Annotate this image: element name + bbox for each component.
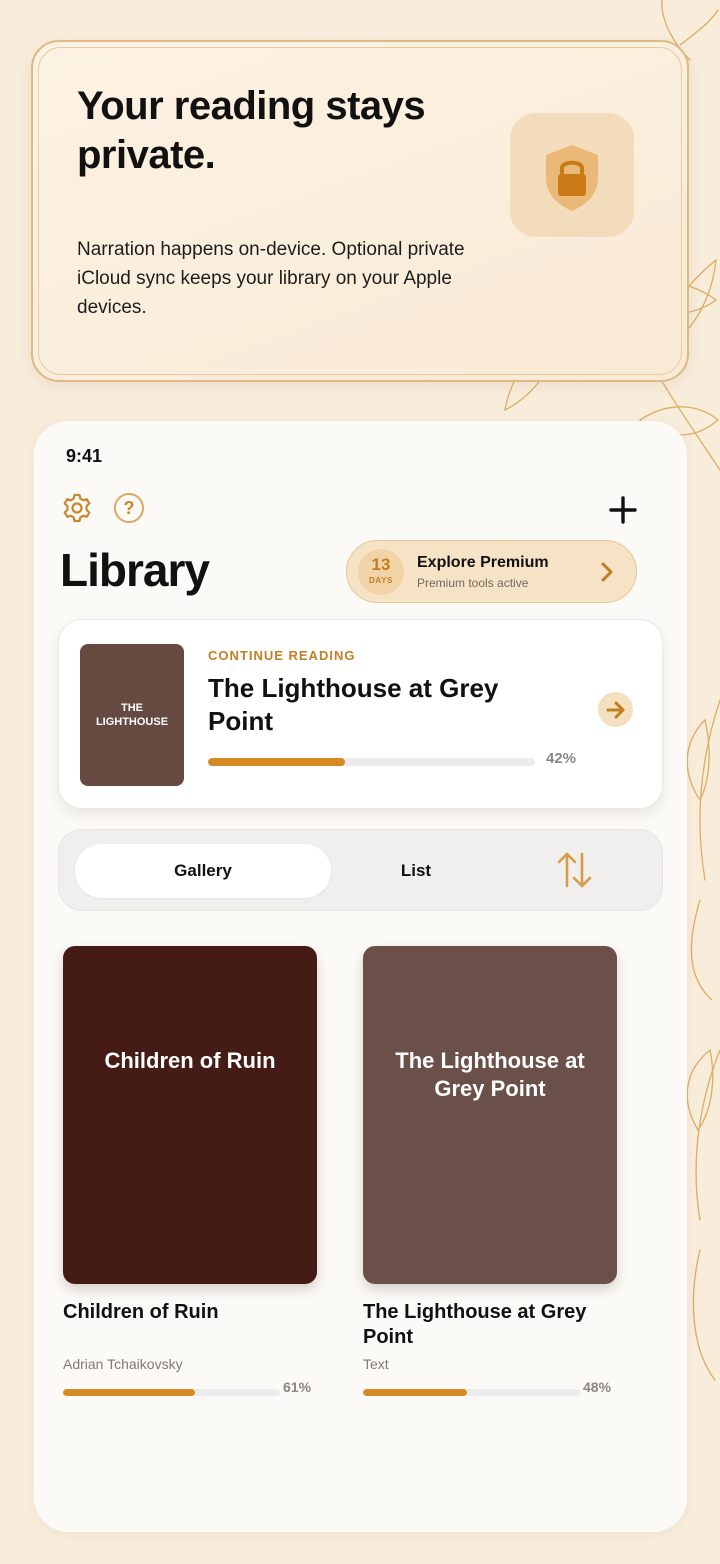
premium-title: Explore Premium [417,554,549,571]
book-card[interactable]: Children of Ruin Children of Ruin Adrian… [63,946,317,1396]
book-author: Text [363,1356,389,1372]
explore-premium-button[interactable]: 13 DAYS Explore Premium Premium tools ac… [346,540,637,603]
chevron-right-icon [601,562,613,582]
trial-days-badge: 13 DAYS [358,549,404,595]
sort-up-down-icon[interactable] [555,848,595,892]
view-toggle: Gallery List [58,829,663,911]
continue-reading-title: The Lighthouse at Grey Point [208,673,499,736]
continue-reading-card[interactable]: THE LIGHTHOUSE CONTINUE READING The Ligh… [58,619,663,809]
book-progress-bar [363,1389,580,1396]
book-title: The Lighthouse at Grey Point [363,1301,587,1348]
privacy-promo-card: Your reading stays private. Narration ha… [31,40,689,382]
book-card[interactable]: The Lighthouse at Grey Point The Lightho… [363,946,617,1396]
premium-subtitle: Premium tools active [417,576,529,590]
book-progress-bar [63,1389,280,1396]
progress-bar [208,758,535,766]
book-cover-thumbnail: THE LIGHTHOUSE [80,644,184,786]
trial-days-count: 13 [371,555,391,574]
page-title: Library [60,544,210,596]
book-progress-fill [63,1389,196,1396]
book-progress-percent: 61% [283,1379,312,1395]
book-progress-percent: 48% [583,1379,612,1395]
help-glyph: ? [123,497,135,518]
continue-reading-label: CONTINUE READING [208,648,356,663]
gear-icon[interactable] [61,492,93,524]
trial-days-label: DAYS [369,576,393,585]
phone-screen: 9:41 ? Library 13 DAYS Explore Premium P… [34,421,687,1532]
book-cover: The Lighthouse at Grey Point [363,946,617,1284]
gallery-tab[interactable]: Gallery [75,844,331,898]
promo-title: Your reading stays private. [77,84,426,177]
book-cover: Children of Ruin [63,946,317,1284]
list-tab[interactable]: List [331,844,501,898]
book-author: Adrian Tchaikovsky [63,1356,183,1372]
arrow-right-icon[interactable] [598,692,633,727]
plus-icon[interactable] [608,495,638,525]
progress-bar-fill [208,758,346,766]
book-title: Children of Ruin [63,1301,219,1323]
status-time: 9:41 [66,446,103,466]
question-circle-icon[interactable]: ? [114,493,144,523]
progress-percent: 42% [546,750,577,767]
promo-description: Narration happens on-device. Optional pr… [77,239,465,318]
book-progress-fill [363,1389,468,1396]
lock-shield-icon [510,113,634,237]
